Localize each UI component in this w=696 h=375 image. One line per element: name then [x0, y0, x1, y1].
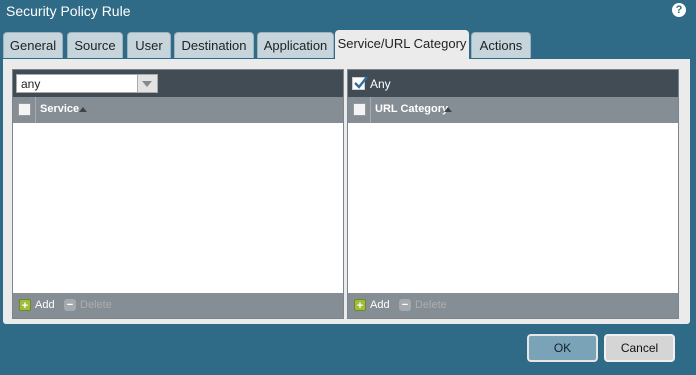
url-category-panel-footer: + Add − Delete — [348, 293, 678, 318]
column-divider — [35, 97, 36, 123]
any-checkbox[interactable] — [352, 76, 368, 90]
plus-square-icon: + — [19, 299, 31, 312]
service-select[interactable]: any — [16, 74, 158, 93]
tab-application[interactable]: Application — [257, 32, 334, 58]
delete-label: Delete — [415, 299, 447, 311]
url-category-panel: Any URL Category + Add − Delete — [347, 69, 679, 319]
chevron-down-icon[interactable] — [137, 75, 157, 92]
minus-square-icon: − — [64, 299, 76, 311]
service-list — [13, 123, 343, 283]
url-category-list — [348, 123, 678, 283]
ok-button[interactable]: OK — [527, 334, 598, 362]
tab-destination[interactable]: Destination — [174, 32, 254, 58]
tab-content: any Service + Add − Delete Any URL Categ… — [3, 59, 690, 324]
service-column-header: Service — [13, 97, 343, 123]
plus-square-icon: + — [354, 299, 366, 312]
sort-ascending-icon[interactable] — [79, 107, 87, 112]
any-label: Any — [370, 77, 391, 91]
url-category-column-header: URL Category — [348, 97, 678, 123]
service-column-label[interactable]: Service — [40, 103, 79, 115]
url-category-panel-toolbar: Any — [348, 70, 678, 97]
add-label: Add — [370, 299, 390, 311]
minus-square-icon: − — [399, 299, 411, 311]
cancel-button[interactable]: Cancel — [604, 334, 675, 362]
tab-actions[interactable]: Actions — [471, 32, 531, 58]
tab-user[interactable]: User — [127, 32, 171, 58]
service-select-value: any — [21, 77, 41, 91]
url-select-all-checkbox[interactable] — [353, 103, 366, 116]
service-panel-footer: + Add − Delete — [13, 293, 343, 318]
url-category-column-label[interactable]: URL Category — [375, 103, 448, 115]
add-label: Add — [35, 299, 55, 311]
sort-ascending-icon[interactable] — [444, 107, 452, 112]
tab-service-url-category[interactable]: Service/URL Category — [335, 30, 469, 61]
tab-general[interactable]: General — [3, 32, 63, 58]
title-bar: Security Policy Rule ? — [0, 0, 696, 24]
delete-label: Delete — [80, 299, 112, 311]
service-panel-toolbar: any — [13, 70, 343, 97]
column-divider — [370, 97, 371, 123]
tab-source[interactable]: Source — [67, 32, 123, 58]
service-panel: any Service + Add − Delete — [12, 69, 344, 319]
service-select-all-checkbox[interactable] — [18, 103, 31, 116]
help-icon[interactable]: ? — [672, 3, 686, 17]
dialog-title: Security Policy Rule — [6, 3, 131, 19]
checkmark-icon — [354, 76, 368, 89]
